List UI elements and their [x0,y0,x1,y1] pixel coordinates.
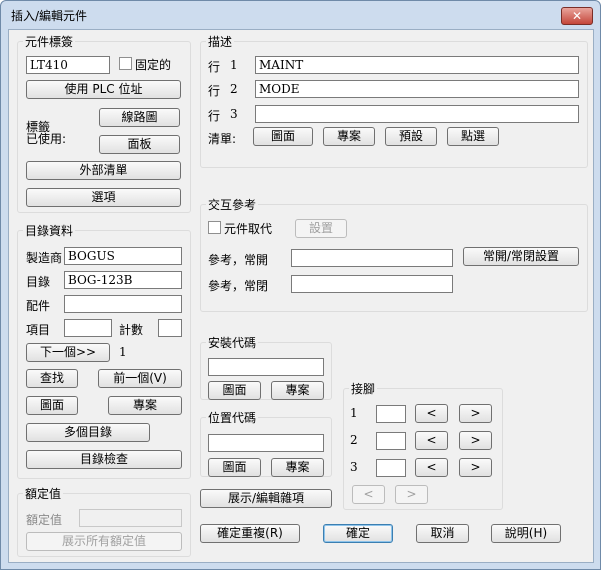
pins-group-label: 接腳 [349,380,378,397]
assembly-input[interactable] [64,295,182,313]
catalog-label: 目錄 [26,275,51,289]
tag-input[interactable]: LT410 [26,56,110,74]
ref-nc-input[interactable] [291,275,453,293]
xref-setup-button[interactable]: 設置 [295,219,347,238]
cross-reference-group-label: 交互參考 [206,196,259,213]
ref-no-label: 參考，常開 [208,253,269,267]
title-bar[interactable]: 插入/編輯元件 ✕ [1,1,600,29]
list-label: 清單: [208,132,237,146]
pin1-label: 1 [350,406,358,420]
fixed-label: 固定的 [135,58,172,72]
item-label: 項目 [26,323,51,337]
installation-project-button[interactable]: 專案 [271,381,324,400]
line2-number: 2 [230,82,238,96]
options-button[interactable]: 選項 [26,188,181,207]
catalog-project-button[interactable]: 專案 [108,396,182,415]
pin3-prev-button[interactable]: < [415,458,448,477]
pin1-input[interactable] [376,405,406,423]
manufacturer-label: 製造商 [26,251,63,265]
installation-input[interactable] [208,358,324,376]
description-line2-input[interactable]: MODE [255,80,579,98]
catalog-group-label: 目錄資料 [23,222,76,239]
ref-no-input[interactable] [291,249,453,267]
ok-repeat-button[interactable]: 確定重複(R) [200,524,300,543]
fixed-checkbox[interactable] [119,57,132,70]
location-drawing-button[interactable]: 圖面 [208,458,261,477]
desc-drawing-button[interactable]: 圖面 [253,127,313,146]
pin2-next-button[interactable]: > [459,431,492,450]
show-all-ratings-button[interactable]: 展示所有額定值 [26,532,182,551]
desc-default-button[interactable]: 預設 [385,127,437,146]
line2-label: 行 [208,84,221,98]
next-button[interactable]: 下一個>> [26,343,110,362]
catalog-check-button[interactable]: 目錄檢查 [26,450,182,469]
installation-group-label: 安裝代碼 [206,334,259,351]
use-plc-address-button[interactable]: 使用 PLC 位址 [26,80,181,99]
window-title: 插入/編輯元件 [11,9,88,23]
no-nc-setup-button[interactable]: 常開/常閉設置 [463,247,579,266]
line1-number: 1 [230,58,238,72]
location-group-label: 位置代碼 [206,409,259,426]
location-project-button[interactable]: 專案 [271,458,324,477]
tag-panel-button[interactable]: 面板 [99,135,180,154]
pin1-prev-button[interactable]: < [415,404,448,423]
dialog-window: 插入/編輯元件 ✕ 元件標簽 LT410 固定的 使用 PLC 位址 標籤 已使… [0,0,601,570]
installation-drawing-button[interactable]: 圖面 [208,381,261,400]
pin3-input[interactable] [376,459,406,477]
description-line3-input[interactable] [255,105,579,123]
line3-label: 行 [208,109,221,123]
catalog-drawing-button[interactable]: 圖面 [26,396,78,415]
location-input[interactable] [208,434,324,452]
previous-button[interactable]: 前一個(V) [98,369,182,388]
pin2-prev-button[interactable]: < [415,431,448,450]
description-group-label: 描述 [206,33,235,50]
cancel-button[interactable]: 取消 [416,524,469,543]
ok-button[interactable]: 確定 [323,524,393,543]
pin1-next-button[interactable]: > [459,404,492,423]
pin3-next-button[interactable]: > [459,458,492,477]
rating-input[interactable] [79,509,182,527]
show-edit-misc-button[interactable]: 展示/編輯雜項 [200,489,332,508]
count-input[interactable] [158,319,182,337]
line1-label: 行 [208,60,221,74]
component-override-label: 元件取代 [224,222,273,236]
help-button[interactable]: 說明(H) [491,524,561,543]
item-input[interactable] [64,319,112,337]
pins-next-page-button[interactable]: > [395,485,428,504]
desc-project-button[interactable]: 專案 [323,127,375,146]
rating-label: 額定值 [26,513,63,527]
close-button[interactable]: ✕ [561,7,593,25]
ratings-group-label: 額定值 [23,485,64,502]
external-list-button[interactable]: 外部清單 [26,161,181,180]
lookup-button[interactable]: 查找 [26,369,78,388]
manufacturer-input[interactable]: BOGUS [64,247,182,265]
tag-used-label-line2: 已使用: [26,132,67,146]
next-value: 1 [119,345,127,359]
description-line1-input[interactable]: MAINT [255,56,579,74]
pin2-label: 2 [350,433,358,447]
component-override-checkbox[interactable] [208,221,221,234]
tag-drawing-button[interactable]: 線路圖 [99,108,180,127]
catalog-input[interactable]: BOG-123B [64,271,182,289]
tag-group-label: 元件標簽 [23,33,76,50]
count-label: 計數 [119,323,144,337]
assembly-label: 配件 [26,299,51,313]
pins-prev-page-button[interactable]: < [352,485,385,504]
ref-nc-label: 參考，常閉 [208,279,269,293]
desc-pick-button[interactable]: 點選 [447,127,499,146]
multiple-catalog-button[interactable]: 多個目錄 [26,423,150,442]
line3-number: 3 [230,107,238,121]
pin2-input[interactable] [376,432,406,450]
pin3-label: 3 [350,460,358,474]
